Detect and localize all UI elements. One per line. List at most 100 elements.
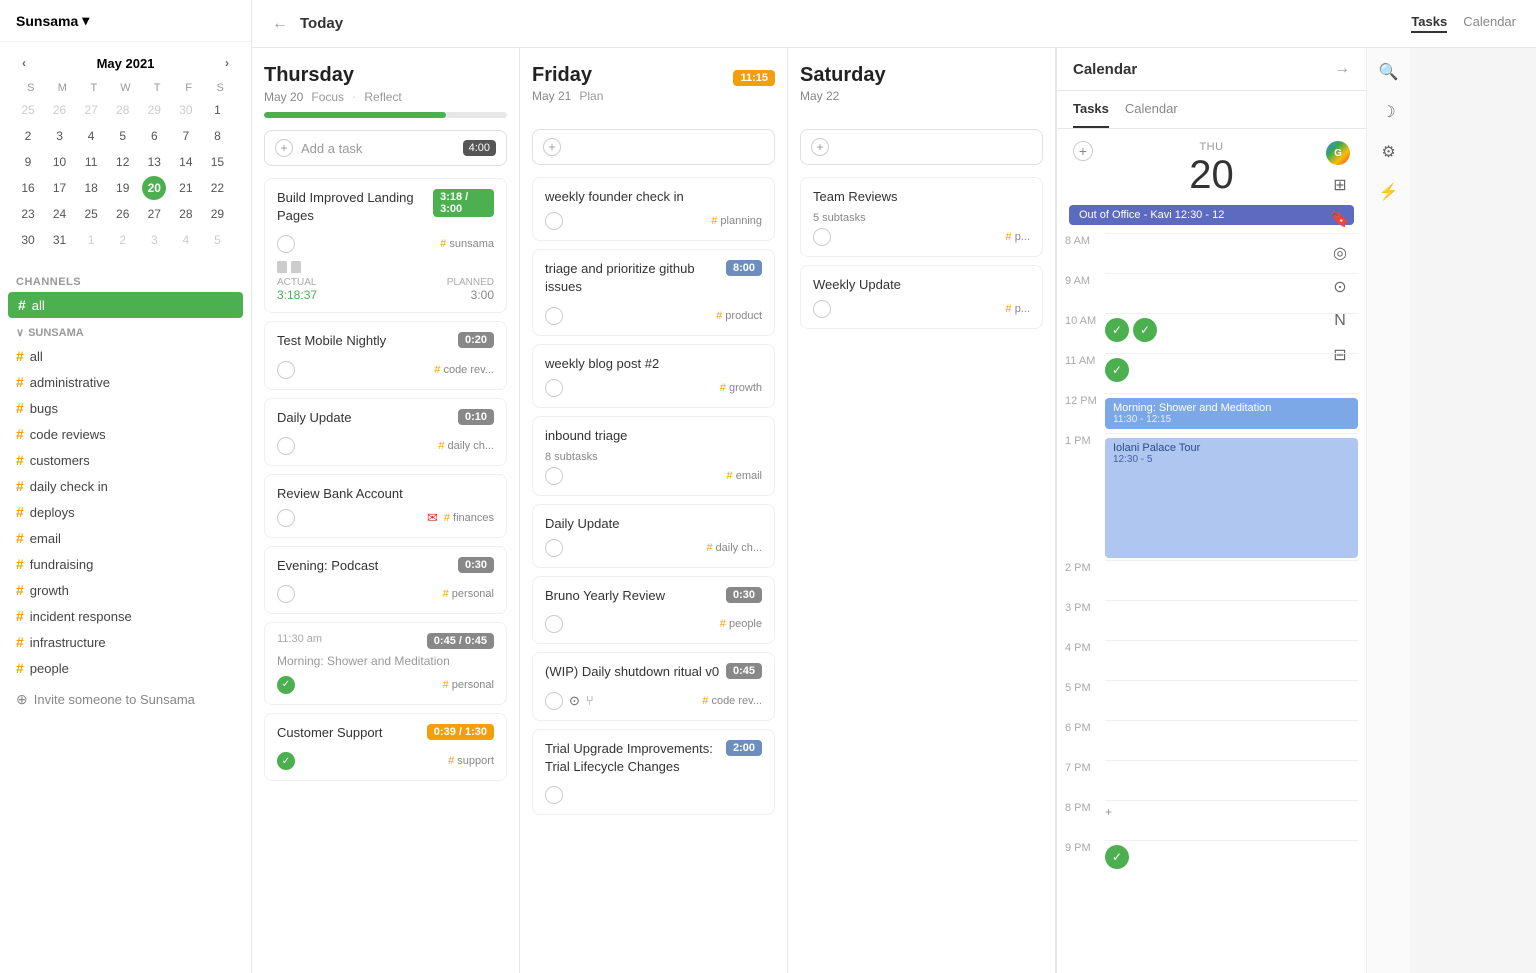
cal-prev-btn[interactable]: ‹ — [16, 54, 32, 72]
task-test-mobile[interactable]: Test Mobile Nightly 0:20 # code rev... — [264, 321, 507, 389]
task-checkbox[interactable] — [813, 300, 831, 318]
sidebar-item-email[interactable]: # email — [0, 525, 251, 551]
cal-tab-tasks[interactable]: Tasks — [1073, 91, 1109, 128]
cal-day[interactable]: 15 — [205, 150, 229, 174]
cal-day[interactable]: 8 — [205, 124, 229, 148]
cal-day[interactable]: 14 — [174, 150, 198, 174]
cal-day[interactable]: 4 — [174, 228, 198, 252]
task-customer-support[interactable]: Customer Support 0:39 / 1:30 # support — [264, 713, 507, 781]
cal-day[interactable]: 29 — [142, 98, 166, 122]
task-evening-podcast[interactable]: Evening: Podcast 0:30 # personal — [264, 546, 507, 614]
cal-day[interactable]: 5 — [111, 124, 135, 148]
task-bruno-review[interactable]: Bruno Yearly Review 0:30 # people — [532, 576, 775, 644]
calendar-expand-icon[interactable]: → — [1334, 60, 1350, 78]
cal-day[interactable]: 25 — [16, 98, 40, 122]
cal-day[interactable]: 31 — [48, 228, 72, 252]
task-inbound-triage[interactable]: inbound triage 8 subtasks # email — [532, 416, 775, 496]
cal-day[interactable]: 7 — [174, 124, 198, 148]
task-review-bank[interactable]: Review Bank Account ✉ # finances — [264, 474, 507, 538]
cal-day[interactable]: 26 — [48, 98, 72, 122]
sidebar-item-customers[interactable]: # customers — [0, 447, 251, 473]
task-checkbox[interactable] — [277, 235, 295, 253]
cal-day[interactable]: 11 — [79, 150, 103, 174]
sidebar-item-deploys[interactable]: # deploys — [0, 499, 251, 525]
cal-event-iolani[interactable]: Iolani Palace Tour 12:30 - 5 — [1105, 438, 1358, 558]
add-task-saturday[interactable]: + — [800, 129, 1043, 165]
task-weekly-update[interactable]: Weekly Update # p... — [800, 265, 1043, 329]
tab-tasks[interactable]: Tasks — [1411, 14, 1447, 33]
cal-day[interactable]: 4 — [79, 124, 103, 148]
task-checkbox[interactable] — [277, 437, 295, 455]
task-checkbox[interactable] — [277, 509, 295, 527]
github-right-icon[interactable]: ⊙ — [1326, 273, 1354, 301]
location-icon[interactable]: ◎ — [1326, 239, 1354, 267]
task-weekly-blog[interactable]: weekly blog post #2 # growth — [532, 344, 775, 408]
sidebar-item-infrastructure[interactable]: # infrastructure — [0, 629, 251, 655]
cal-day[interactable]: 3 — [48, 124, 72, 148]
thursday-reflect[interactable]: Reflect — [364, 90, 401, 104]
task-team-reviews[interactable]: Team Reviews 5 subtasks # p... — [800, 177, 1043, 257]
cal-day[interactable]: 2 — [111, 228, 135, 252]
moon-icon[interactable]: ☽ — [1375, 98, 1403, 126]
cal-day[interactable]: 13 — [142, 150, 166, 174]
sidebar-item-all[interactable]: # all — [0, 343, 251, 369]
task-trial-upgrade[interactable]: Trial Upgrade Improvements: Trial Lifecy… — [532, 729, 775, 815]
tab-calendar[interactable]: Calendar — [1463, 14, 1516, 33]
cal-day[interactable]: 18 — [79, 176, 103, 200]
cal-next-btn[interactable]: › — [219, 54, 235, 72]
sidebar-item-administrative[interactable]: # administrative — [0, 369, 251, 395]
cal-day[interactable]: 2 — [16, 124, 40, 148]
task-morning-shower[interactable]: 11:30 am 0:45 / 0:45 Morning: Shower and… — [264, 622, 507, 705]
task-checkbox[interactable] — [545, 692, 563, 710]
task-checkbox[interactable] — [545, 539, 563, 557]
task-checkbox[interactable] — [813, 228, 831, 246]
cal-day[interactable]: 1 — [79, 228, 103, 252]
cal-day[interactable]: 28 — [174, 202, 198, 226]
cal-day[interactable]: 24 — [48, 202, 72, 226]
cal-day[interactable]: 16 — [16, 176, 40, 200]
task-daily-update-thu[interactable]: Daily Update 0:10 # daily ch... — [264, 398, 507, 466]
thursday-focus[interactable]: Focus — [311, 90, 344, 104]
ooo-event[interactable]: Out of Office - Kavi 12:30 - 12 — [1069, 205, 1354, 225]
task-checkbox[interactable] — [277, 676, 295, 694]
cal-day[interactable]: 5 — [205, 228, 229, 252]
cal-day[interactable]: 25 — [79, 202, 103, 226]
cal-day[interactable]: 21 — [174, 176, 198, 200]
channel-all-active[interactable]: # all — [8, 292, 243, 318]
task-checkbox[interactable] — [277, 585, 295, 603]
invite-button[interactable]: ⊕ Invite someone to Sunsama — [0, 685, 251, 714]
cal-day[interactable]: 27 — [79, 98, 103, 122]
cal-tab-calendar[interactable]: Calendar — [1125, 91, 1178, 128]
task-build-landing[interactable]: Build Improved Landing Pages 3:18 / 3:00… — [264, 178, 507, 313]
back-button[interactable]: ← — [272, 15, 288, 33]
sidebar-item-growth[interactable]: # growth — [0, 577, 251, 603]
people-icon[interactable]: ⊞ — [1326, 171, 1354, 199]
task-checkbox[interactable] — [277, 752, 295, 770]
cal-day[interactable]: 29 — [205, 202, 229, 226]
task-wip-shutdown[interactable]: (WIP) Daily shutdown ritual v0 0:45 ⊙ ⑂ … — [532, 652, 775, 720]
sidebar-item-fundraising[interactable]: # fundraising — [0, 551, 251, 577]
sidebar-item-code-reviews[interactable]: # code reviews — [0, 421, 251, 447]
cal-event-shower[interactable]: Morning: Shower and Meditation 11:30 - 1… — [1105, 398, 1358, 429]
task-checkbox[interactable] — [545, 212, 563, 230]
task-checkbox[interactable] — [545, 307, 563, 325]
cal-day[interactable]: 26 — [111, 202, 135, 226]
task-checkbox[interactable] — [545, 467, 563, 485]
sunsama-group-label[interactable]: ∨ SUNSAMA — [0, 318, 251, 343]
cal-day[interactable]: 3 — [142, 228, 166, 252]
sidebar-item-bugs[interactable]: # bugs — [0, 395, 251, 421]
settings-icon[interactable]: ⚙ — [1375, 138, 1403, 166]
app-title-header[interactable]: Sunsama ▾ — [0, 0, 251, 42]
sidebar-item-incident-response[interactable]: # incident response — [0, 603, 251, 629]
cal-day[interactable]: 6 — [142, 124, 166, 148]
cal-day[interactable]: 9 — [16, 150, 40, 174]
cal-day[interactable]: 19 — [111, 176, 135, 200]
task-daily-update-fri[interactable]: Daily Update # daily ch... — [532, 504, 775, 568]
cal-day[interactable]: 17 — [48, 176, 72, 200]
cal-day[interactable]: 30 — [16, 228, 40, 252]
task-triage-github[interactable]: triage and prioritize github issues 8:00… — [532, 249, 775, 335]
cal-day[interactable]: 23 — [16, 202, 40, 226]
cal-day[interactable]: 30 — [174, 98, 198, 122]
cal-day[interactable]: 12 — [111, 150, 135, 174]
sidebar-item-daily-check-in[interactable]: # daily check in — [0, 473, 251, 499]
